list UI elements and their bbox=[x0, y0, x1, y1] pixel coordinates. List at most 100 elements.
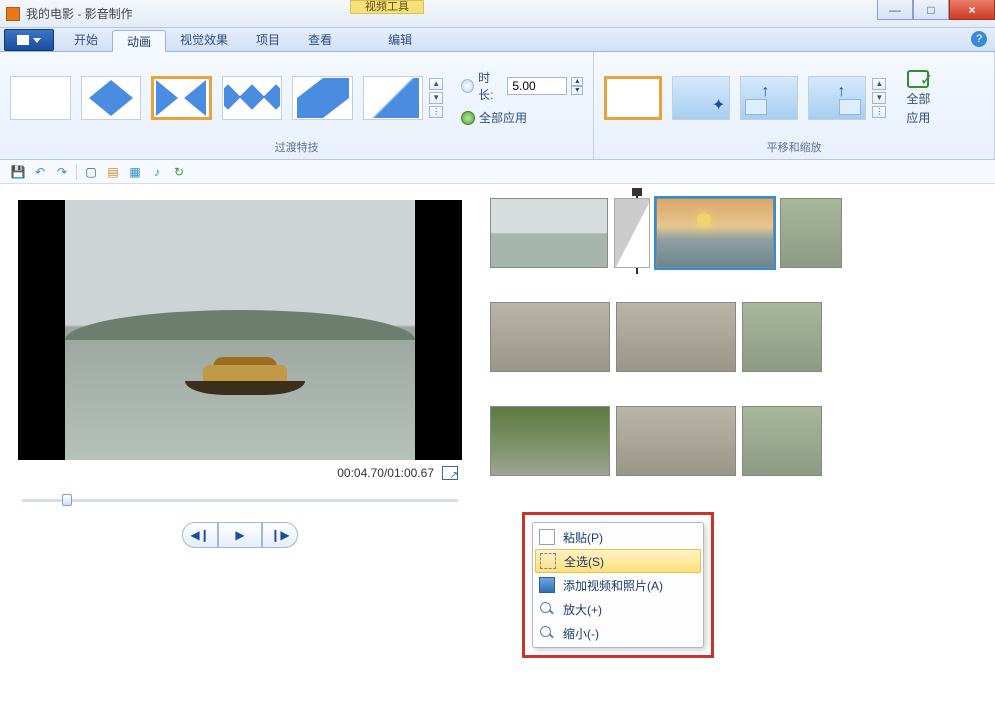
app-icon bbox=[6, 7, 20, 21]
transition-crossfade[interactable] bbox=[151, 76, 212, 120]
ctx-select-all[interactable]: 全选(S) bbox=[535, 549, 701, 573]
maximize-button[interactable]: □ bbox=[913, 0, 949, 20]
qat-undo[interactable]: ↶ bbox=[32, 164, 48, 180]
transitions-gallery-spinner[interactable]: ▲ ▼ ⋮ bbox=[429, 78, 443, 118]
transition-diagonal[interactable] bbox=[363, 76, 424, 120]
context-menu: 粘贴(P) 全选(S) 添加视频和照片(A) 放大(+) 缩小(-) bbox=[532, 522, 704, 648]
clock-icon bbox=[461, 79, 474, 93]
minimize-button[interactable]: — bbox=[877, 0, 913, 20]
context-menu-highlight: 粘贴(P) 全选(S) 添加视频和照片(A) 放大(+) 缩小(-) bbox=[522, 512, 714, 658]
storyboard-row-2 bbox=[490, 302, 965, 372]
ctx-zoom-in-label: 放大(+) bbox=[563, 601, 602, 618]
duration-down[interactable]: ▼ bbox=[571, 86, 583, 95]
file-menu[interactable] bbox=[4, 29, 54, 51]
contextual-tab-label: 视频工具 bbox=[350, 0, 424, 14]
panzoom-in-left[interactable]: ↑ bbox=[740, 76, 798, 120]
ctx-zoom-out[interactable]: 缩小(-) bbox=[535, 621, 701, 645]
tab-visual-effects[interactable]: 视觉效果 bbox=[166, 29, 242, 51]
clip-9[interactable] bbox=[742, 406, 822, 476]
tab-project[interactable]: 项目 bbox=[242, 29, 294, 51]
qat-save[interactable]: 💾 bbox=[10, 164, 26, 180]
help-button[interactable]: ? bbox=[971, 31, 987, 47]
qat-refresh[interactable]: ↻ bbox=[171, 164, 187, 180]
contextual-tab-group: 视频工具 bbox=[350, 0, 424, 28]
quick-access-toolbar: 💾 ↶ ↷ ▢ ▤ ▦ ♪ ↻ bbox=[0, 160, 995, 184]
preview-pane: 00:04.70/01:00.67 ◀❙ ▶ ❙▶ bbox=[0, 184, 480, 710]
spin-up-icon[interactable]: ▲ bbox=[429, 78, 443, 90]
storyboard-row-1 bbox=[490, 198, 965, 268]
tab-start[interactable]: 开始 bbox=[60, 29, 112, 51]
ctx-add-media[interactable]: 添加视频和照片(A) bbox=[535, 573, 701, 597]
transition-options: 时长: ▲ ▼ 全部应用 bbox=[461, 69, 583, 126]
panzoom-auto[interactable]: ✦ bbox=[672, 76, 730, 120]
spin-more-icon[interactable]: ⋮ bbox=[429, 106, 443, 118]
ctx-paste-label: 粘贴(P) bbox=[563, 529, 603, 546]
clip-7[interactable] bbox=[490, 406, 610, 476]
separator bbox=[76, 164, 77, 180]
zoom-out-icon bbox=[539, 625, 555, 641]
add-media-icon bbox=[539, 577, 555, 593]
spin-more-icon[interactable]: ⋮ bbox=[872, 106, 886, 118]
spin-down-icon[interactable]: ▼ bbox=[872, 92, 886, 104]
next-frame-button[interactable]: ❙▶ bbox=[262, 522, 298, 548]
zoom-in-icon bbox=[539, 601, 555, 617]
apply-all-label: 全部应用 bbox=[479, 109, 527, 126]
ctx-paste[interactable]: 粘贴(P) bbox=[535, 525, 701, 549]
clip-5[interactable] bbox=[616, 302, 736, 372]
clip-6[interactable] bbox=[742, 302, 822, 372]
ctx-zoom-in[interactable]: 放大(+) bbox=[535, 597, 701, 621]
paste-icon bbox=[539, 529, 555, 545]
transition-cross[interactable] bbox=[292, 76, 353, 120]
group-panzoom-label: 平移和缩放 bbox=[604, 137, 984, 157]
panzoom-in-right[interactable]: ↑ bbox=[808, 76, 866, 120]
tab-view[interactable]: 查看 bbox=[294, 29, 346, 51]
panzoom-gallery-spinner[interactable]: ▲ ▼ ⋮ bbox=[872, 78, 886, 118]
window-buttons: — □ × bbox=[877, 0, 995, 20]
video-preview[interactable] bbox=[18, 200, 462, 460]
fullscreen-button[interactable] bbox=[442, 466, 458, 480]
tab-edit[interactable]: 编辑 bbox=[374, 29, 426, 51]
duration-up[interactable]: ▲ bbox=[571, 77, 583, 86]
transition-diamonds[interactable] bbox=[222, 76, 283, 120]
prev-frame-button[interactable]: ◀❙ bbox=[182, 522, 218, 548]
storyboard-row-3 bbox=[490, 406, 965, 476]
duration-input[interactable] bbox=[507, 77, 567, 95]
playback-controls: ◀❙ ▶ ❙▶ bbox=[18, 522, 462, 548]
transition-wipe[interactable] bbox=[81, 76, 142, 120]
apply-all-panzoom[interactable]: 全部 应用 bbox=[896, 70, 940, 126]
qat-new[interactable]: ▢ bbox=[83, 164, 99, 180]
qat-music[interactable]: ♪ bbox=[149, 164, 165, 180]
select-all-icon bbox=[540, 553, 556, 569]
transition-1[interactable] bbox=[614, 198, 650, 268]
group-pan-zoom: ✦ ↑ ↑ ▲ ▼ ⋮ 全部 应用 平移和缩放 bbox=[594, 52, 995, 159]
transition-none[interactable] bbox=[10, 76, 71, 120]
apply-all-transitions[interactable]: 全部应用 bbox=[461, 109, 583, 126]
storyboard-pane[interactable]: 粘贴(P) 全选(S) 添加视频和照片(A) 放大(+) 缩小(-) bbox=[480, 184, 995, 710]
clip-1[interactable] bbox=[490, 198, 608, 268]
apply-all-line2: 应用 bbox=[906, 109, 930, 126]
group-transitions-label: 过渡特技 bbox=[10, 137, 583, 157]
dropdown-icon bbox=[33, 38, 41, 43]
qat-item1[interactable]: ▤ bbox=[105, 164, 121, 180]
close-button[interactable]: × bbox=[949, 0, 995, 20]
spin-up-icon[interactable]: ▲ bbox=[872, 78, 886, 90]
seek-slider[interactable] bbox=[22, 492, 458, 508]
spin-down-icon[interactable]: ▼ bbox=[429, 92, 443, 104]
ctx-add-media-label: 添加视频和照片(A) bbox=[563, 577, 663, 594]
clip-3[interactable] bbox=[780, 198, 842, 268]
tab-animation[interactable]: 动画 bbox=[112, 30, 166, 52]
play-button[interactable]: ▶ bbox=[218, 522, 262, 548]
clip-2[interactable] bbox=[656, 198, 774, 268]
ctx-zoom-out-label: 缩小(-) bbox=[563, 625, 599, 642]
seek-thumb[interactable] bbox=[62, 494, 72, 506]
ribbon: ▲ ▼ ⋮ 时长: ▲ ▼ 全部应用 bbox=[0, 52, 995, 160]
checkmark-icon bbox=[907, 70, 929, 88]
qat-item2[interactable]: ▦ bbox=[127, 164, 143, 180]
preview-image bbox=[65, 200, 415, 460]
ctx-select-all-label: 全选(S) bbox=[564, 553, 604, 570]
qat-redo[interactable]: ↷ bbox=[54, 164, 70, 180]
clip-8[interactable] bbox=[616, 406, 736, 476]
clip-4[interactable] bbox=[490, 302, 610, 372]
panzoom-none[interactable] bbox=[604, 76, 662, 120]
playback-time: 00:04.70/01:00.67 bbox=[337, 466, 434, 480]
